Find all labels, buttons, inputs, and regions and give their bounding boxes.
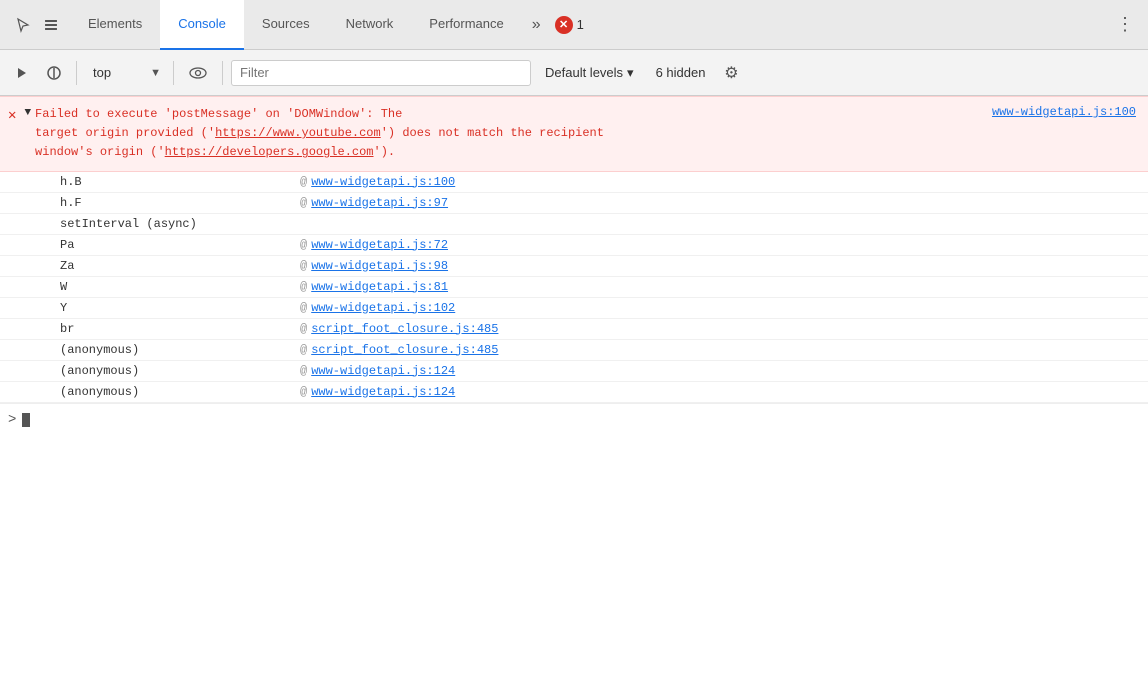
console-settings-button[interactable]: ⚙ [717,59,745,87]
filter-input-wrap [231,60,531,86]
stack-row: Y @ www-widgetapi.js:102 [0,298,1148,319]
stack-row: Pa @ www-widgetapi.js:72 [0,235,1148,256]
context-selector[interactable]: top ▼ [85,59,165,87]
stack-row: setInterval (async) [0,214,1148,235]
tab-bar: Elements Console Sources Network Perform… [0,0,1148,50]
tab-sources[interactable]: Sources [244,0,328,50]
stack-row: W @ www-widgetapi.js:81 [0,277,1148,298]
error-expand-arrow[interactable]: ▼ [22,103,35,119]
stack-row: (anonymous) @ script_foot_closure.js:485 [0,340,1148,361]
youtube-link[interactable]: https://www.youtube.com [215,126,381,140]
stack-source-link[interactable]: www-widgetapi.js:72 [311,238,448,252]
tab-performance[interactable]: Performance [411,0,521,50]
error-entry-icon: ✕ [8,108,16,124]
hidden-count: 6 hidden [648,65,714,80]
stack-function-name: (anonymous) [60,364,300,378]
stack-function-name: (anonymous) [60,343,300,357]
stack-source-link[interactable]: www-widgetapi.js:124 [311,364,455,378]
clear-console-button[interactable] [40,59,68,87]
devtools-settings-icon[interactable]: ⋮ [1106,0,1144,50]
stack-function-name: Za [60,259,300,273]
stack-row: h.B @ www-widgetapi.js:100 [0,172,1148,193]
default-levels-button[interactable]: Default levels ▾ [535,59,644,87]
toolbar-divider-2 [173,61,174,85]
stack-function-name: (anonymous) [60,385,300,399]
stack-source-link[interactable]: script_foot_closure.js:485 [311,322,498,336]
error-count: 1 [577,17,584,32]
stack-row: Za @ www-widgetapi.js:98 [0,256,1148,277]
live-expressions-button[interactable] [184,59,212,87]
stack-row: br @ script_foot_closure.js:485 [0,319,1148,340]
stack-function-name: h.F [60,196,300,210]
stack-row: h.F @ www-widgetapi.js:97 [0,193,1148,214]
devtools-icons [4,14,70,36]
stack-source-link[interactable]: www-widgetapi.js:97 [311,196,448,210]
stack-source-link[interactable]: script_foot_closure.js:485 [311,343,498,357]
stack-function-name: setInterval (async) [60,217,300,231]
console-toolbar: top ▼ Default levels ▾ 6 hidden ⚙ [0,50,1148,96]
prompt-caret: > [8,412,16,428]
stack-source-link[interactable]: www-widgetapi.js:124 [311,385,455,399]
stack-function-name: Pa [60,238,300,252]
tab-elements[interactable]: Elements [70,0,160,50]
stack-function-name: h.B [60,175,300,189]
tab-network[interactable]: Network [328,0,412,50]
toolbar-divider-3 [222,61,223,85]
stack-source-link[interactable]: www-widgetapi.js:98 [311,259,448,273]
stack-function-name: br [60,322,300,336]
stack-row: (anonymous) @ www-widgetapi.js:124 [0,382,1148,403]
stack-function-name: Y [60,301,300,315]
error-badge[interactable]: ✕ 1 [555,16,584,34]
console-prompt[interactable]: > [0,403,1148,436]
tab-more-button[interactable]: » [522,0,551,50]
prompt-cursor [22,413,30,427]
filter-input[interactable] [240,65,522,80]
stack-source-link[interactable]: www-widgetapi.js:102 [311,301,455,315]
context-select-input[interactable]: top [85,59,165,87]
error-entry: ✕ ▼ Failed to execute 'postMessage' on '… [0,96,1148,172]
run-script-button[interactable] [8,59,36,87]
stack-function-name: W [60,280,300,294]
error-icon: ✕ [555,16,573,34]
stack-source-link[interactable]: www-widgetapi.js:81 [311,280,448,294]
error-message: Failed to execute 'postMessage' on 'DOMW… [35,105,984,163]
tab-console[interactable]: Console [160,0,244,50]
toolbar-divider [76,61,77,85]
stack-source-link[interactable]: www-widgetapi.js:100 [311,175,455,189]
console-output: ✕ ▼ Failed to execute 'postMessage' on '… [0,96,1148,690]
google-dev-link[interactable]: https://developers.google.com [165,145,374,159]
cursor-icon[interactable] [12,14,34,36]
error-source-link[interactable]: www-widgetapi.js:100 [992,105,1136,119]
layers-icon[interactable] [40,14,62,36]
stack-row: (anonymous) @ www-widgetapi.js:124 [0,361,1148,382]
